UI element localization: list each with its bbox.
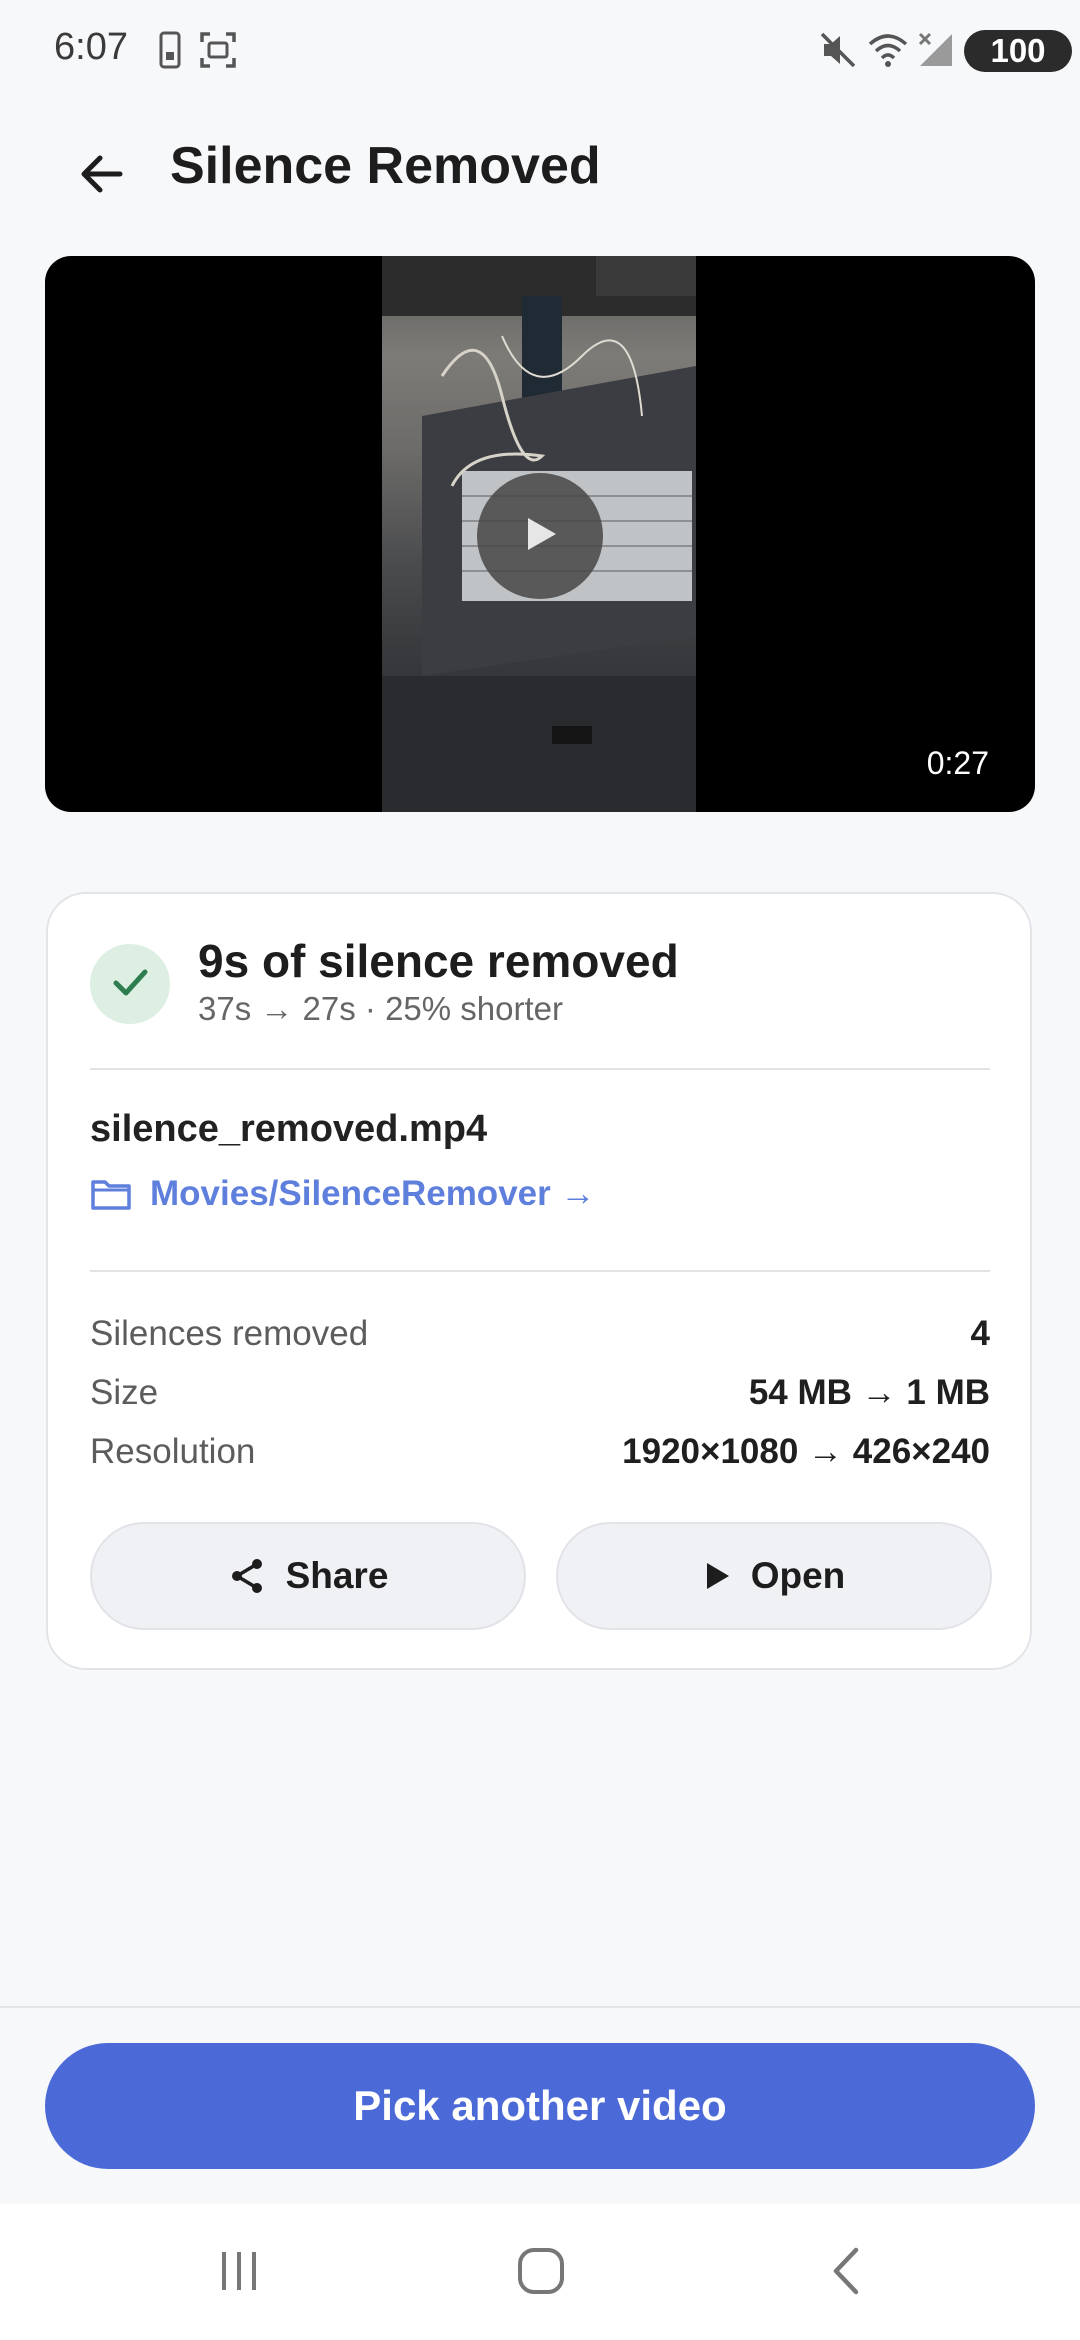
play-button[interactable]	[477, 473, 603, 599]
play-icon	[518, 512, 562, 561]
stat-row-size: Size 54 MB → 1 MB	[90, 1373, 990, 1413]
stat-label: Size	[90, 1373, 159, 1412]
navigation-bar	[0, 2204, 1080, 2340]
stat-label: Resolution	[90, 1432, 256, 1471]
play-icon	[703, 1561, 731, 1591]
home-icon[interactable]	[516, 2246, 566, 2301]
stat-row-resolution: Resolution 1920×1080 → 426×240	[90, 1432, 990, 1472]
battery-indicator: 100	[964, 30, 1072, 72]
divider	[90, 1270, 990, 1272]
stat-value: 4	[970, 1314, 990, 1353]
folder-path: Movies/SilenceRemover →	[150, 1174, 596, 1213]
app-bar: Silence Removed	[0, 110, 1080, 220]
status-bar: 6:07 100	[0, 0, 1080, 100]
stat-label: Silences removed	[90, 1314, 369, 1353]
stat-value: 1920×1080 → 426×240	[622, 1432, 990, 1471]
stat-value: 54 MB → 1 MB	[748, 1373, 990, 1412]
divider	[0, 2006, 1080, 2008]
success-badge	[90, 944, 170, 1024]
video-duration: 0:27	[926, 745, 989, 781]
recent-apps-icon[interactable]	[214, 2246, 264, 2301]
phone-icon	[158, 30, 182, 75]
back-button[interactable]	[58, 132, 146, 220]
folder-icon	[90, 1176, 132, 1212]
check-icon	[108, 960, 152, 1009]
status-time: 6:07	[54, 26, 128, 68]
summary-subtitle: 37s → 27s · 25% shorter	[198, 990, 563, 1027]
video-player[interactable]: 0:27	[45, 256, 1035, 812]
result-card: 9s of silence removed 37s → 27s · 25% sh…	[46, 892, 1032, 1670]
page-title: Silence Removed	[170, 137, 601, 195]
stat-row-silences: Silences removed 4	[90, 1314, 990, 1354]
wifi-icon	[868, 30, 908, 75]
file-name: silence_removed.mp4	[90, 1108, 488, 1150]
mute-icon	[820, 30, 856, 75]
share-icon	[228, 1557, 266, 1595]
screenshot-icon	[198, 30, 238, 75]
folder-link[interactable]: Movies/SilenceRemover →	[90, 1174, 595, 1214]
share-label: Share	[285, 1555, 389, 1596]
divider	[90, 1068, 990, 1070]
pick-another-video-button[interactable]: Pick another video	[45, 2043, 1035, 2169]
open-label: Open	[750, 1555, 846, 1596]
back-arrow-icon	[76, 148, 128, 205]
nav-back-icon[interactable]	[826, 2246, 866, 2301]
share-button[interactable]: Share	[90, 1522, 526, 1630]
signal-icon	[916, 30, 954, 75]
summary-title: 9s of silence removed	[198, 935, 679, 987]
open-button[interactable]: Open	[556, 1522, 992, 1630]
